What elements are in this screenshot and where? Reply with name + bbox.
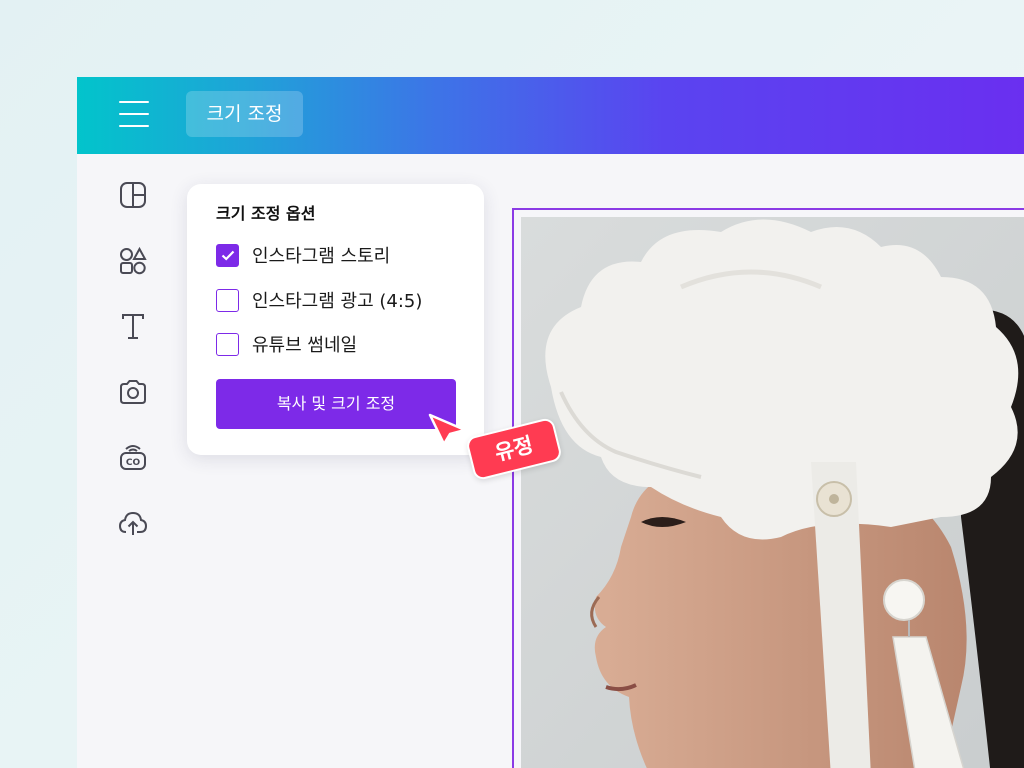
svg-text:CO: CO xyxy=(126,458,141,468)
layout-icon[interactable] xyxy=(117,179,149,211)
option-youtube-thumbnail[interactable]: 유튜브 썸네일 xyxy=(216,332,357,356)
option-label: 인스타그램 광고 (4:5) xyxy=(252,291,423,312)
co-icon[interactable]: CO xyxy=(117,441,149,473)
editor-app: 크기 조정 CO 크기 조정 옵션 인스타그램 스토리 인스타그램 광고 (4:… xyxy=(77,77,1024,768)
cloud-upload-icon[interactable] xyxy=(117,507,149,539)
checkbox-unchecked[interactable] xyxy=(216,288,239,312)
top-bar: 크기 조정 xyxy=(77,77,1024,154)
option-instagram-ad[interactable]: 인스타그램 광고 (4:5) xyxy=(216,288,422,312)
cursor-pointer-icon xyxy=(428,413,467,446)
option-label: 유튜브 썸네일 xyxy=(252,335,358,356)
copy-and-resize-button[interactable]: 복사 및 크기 조정 xyxy=(216,379,456,429)
checkbox-unchecked[interactable] xyxy=(216,332,239,356)
portrait-photo[interactable] xyxy=(521,217,1024,768)
hamburger-menu-icon[interactable] xyxy=(117,98,151,132)
option-instagram-story[interactable]: 인스타그램 스토리 xyxy=(216,243,390,267)
shapes-icon[interactable] xyxy=(117,245,149,277)
check-icon xyxy=(221,250,234,261)
text-icon[interactable] xyxy=(117,310,149,342)
checkbox-checked[interactable] xyxy=(216,243,239,267)
camera-icon[interactable] xyxy=(117,376,149,408)
resize-tab[interactable]: 크기 조정 xyxy=(186,91,303,137)
option-label: 인스타그램 스토리 xyxy=(252,246,391,267)
panel-title: 크기 조정 옵션 xyxy=(216,204,316,223)
